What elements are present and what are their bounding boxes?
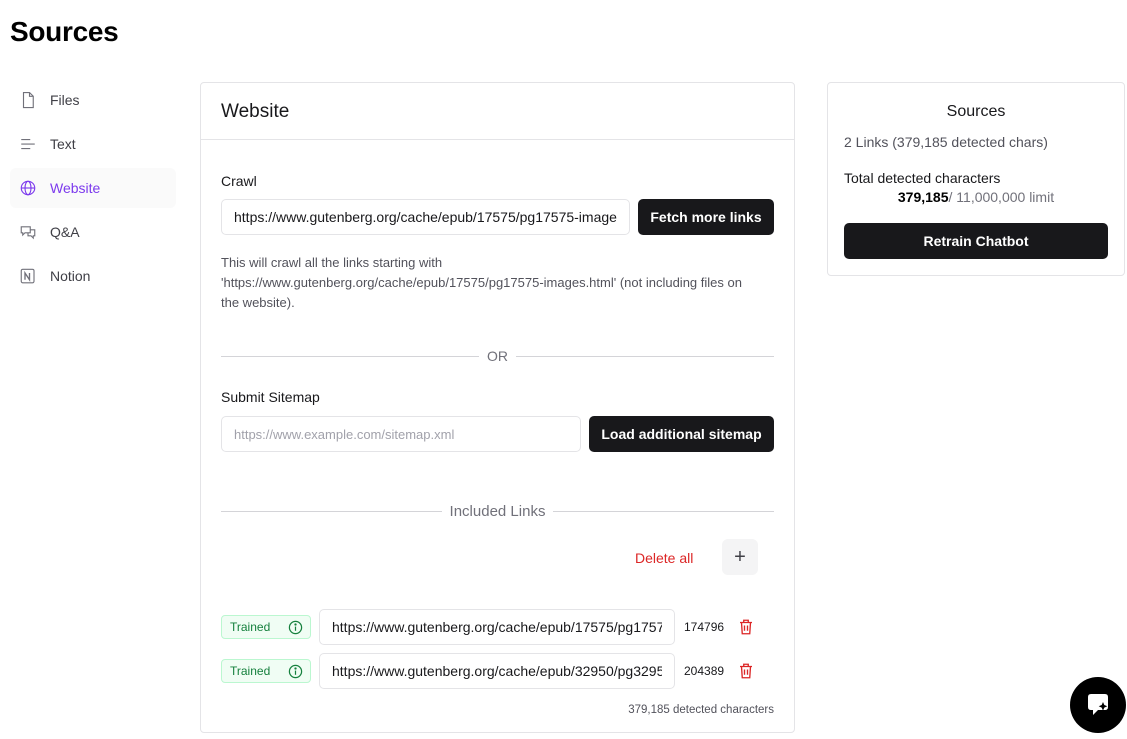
page-title: Sources (10, 16, 119, 47)
plus-icon: + (734, 545, 746, 568)
trash-icon[interactable] (737, 618, 755, 636)
crawl-label: Crawl (221, 173, 257, 189)
total-detected-characters: 379,185 detected characters (628, 704, 774, 716)
globe-icon (18, 178, 38, 198)
status-badge: Trained (221, 615, 311, 639)
sitemap-url-input[interactable] (221, 416, 581, 452)
text-lines-icon (18, 134, 38, 154)
sidebar-item-label: Notion (50, 268, 91, 284)
character-count: 379,185/ 11,000,000 limit (828, 189, 1124, 205)
status-text: Trained (230, 620, 271, 634)
link-char-count: 204389 (684, 664, 725, 678)
load-additional-sitemap-button[interactable]: Load additional sitemap (589, 416, 774, 452)
link-url-input[interactable] (319, 609, 675, 645)
sidebar-item-label: Q&A (50, 224, 80, 240)
info-icon[interactable] (288, 664, 303, 679)
sidebar-item-qa[interactable]: Q&A (10, 212, 176, 252)
chat-bubble-icon (1088, 694, 1108, 715)
total-detected-label: Total detected characters (844, 170, 1001, 186)
sidebar-item-notion[interactable]: Notion (10, 256, 176, 296)
status-text: Trained (230, 664, 271, 678)
trash-icon[interactable] (737, 662, 755, 680)
file-icon (18, 90, 38, 110)
fetch-more-links-button[interactable]: Fetch more links (638, 199, 774, 235)
sidebar-item-label: Files (50, 92, 80, 108)
notion-icon (18, 266, 38, 286)
total-count: 379,185 (897, 189, 949, 205)
sidebar-item-label: Text (50, 136, 76, 152)
sidebar: Files Text Website Q&A Notion (10, 80, 176, 300)
link-char-count: 174796 (684, 620, 725, 634)
or-text: OR (487, 348, 508, 364)
included-links-divider: Included Links (221, 503, 774, 520)
website-card: Website Crawl Fetch more links This will… (200, 82, 795, 733)
website-card-title: Website (201, 83, 794, 140)
sources-title: Sources (946, 103, 1006, 120)
chat-widget-button[interactable] (1070, 677, 1126, 733)
link-row: Trained 174796 (221, 609, 774, 645)
link-row: Trained 204389 (221, 653, 774, 689)
sources-summary: 2 Links (379,185 detected chars) (844, 134, 1048, 150)
submit-sitemap-label: Submit Sitemap (221, 389, 320, 405)
included-links-title: Included Links (449, 503, 546, 520)
chat-bubbles-icon (18, 222, 38, 242)
info-icon[interactable] (288, 620, 303, 635)
sidebar-item-label: Website (50, 180, 101, 196)
character-limit: / 11,000,000 limit (948, 189, 1055, 205)
add-link-button[interactable]: + (722, 539, 758, 575)
sources-summary-card: Sources 2 Links (379,185 detected chars)… (827, 82, 1125, 276)
crawl-help-text: This will crawl all the links starting w… (221, 255, 742, 310)
sidebar-item-text[interactable]: Text (10, 124, 176, 164)
delete-all-button[interactable]: Delete all (635, 550, 693, 566)
retrain-chatbot-button[interactable]: Retrain Chatbot (844, 223, 1108, 259)
sidebar-item-files[interactable]: Files (10, 80, 176, 120)
link-url-input[interactable] (319, 653, 675, 689)
or-divider: OR (221, 348, 774, 364)
status-badge: Trained (221, 659, 311, 683)
sidebar-item-website[interactable]: Website (10, 168, 176, 208)
crawl-url-input[interactable] (221, 199, 630, 235)
